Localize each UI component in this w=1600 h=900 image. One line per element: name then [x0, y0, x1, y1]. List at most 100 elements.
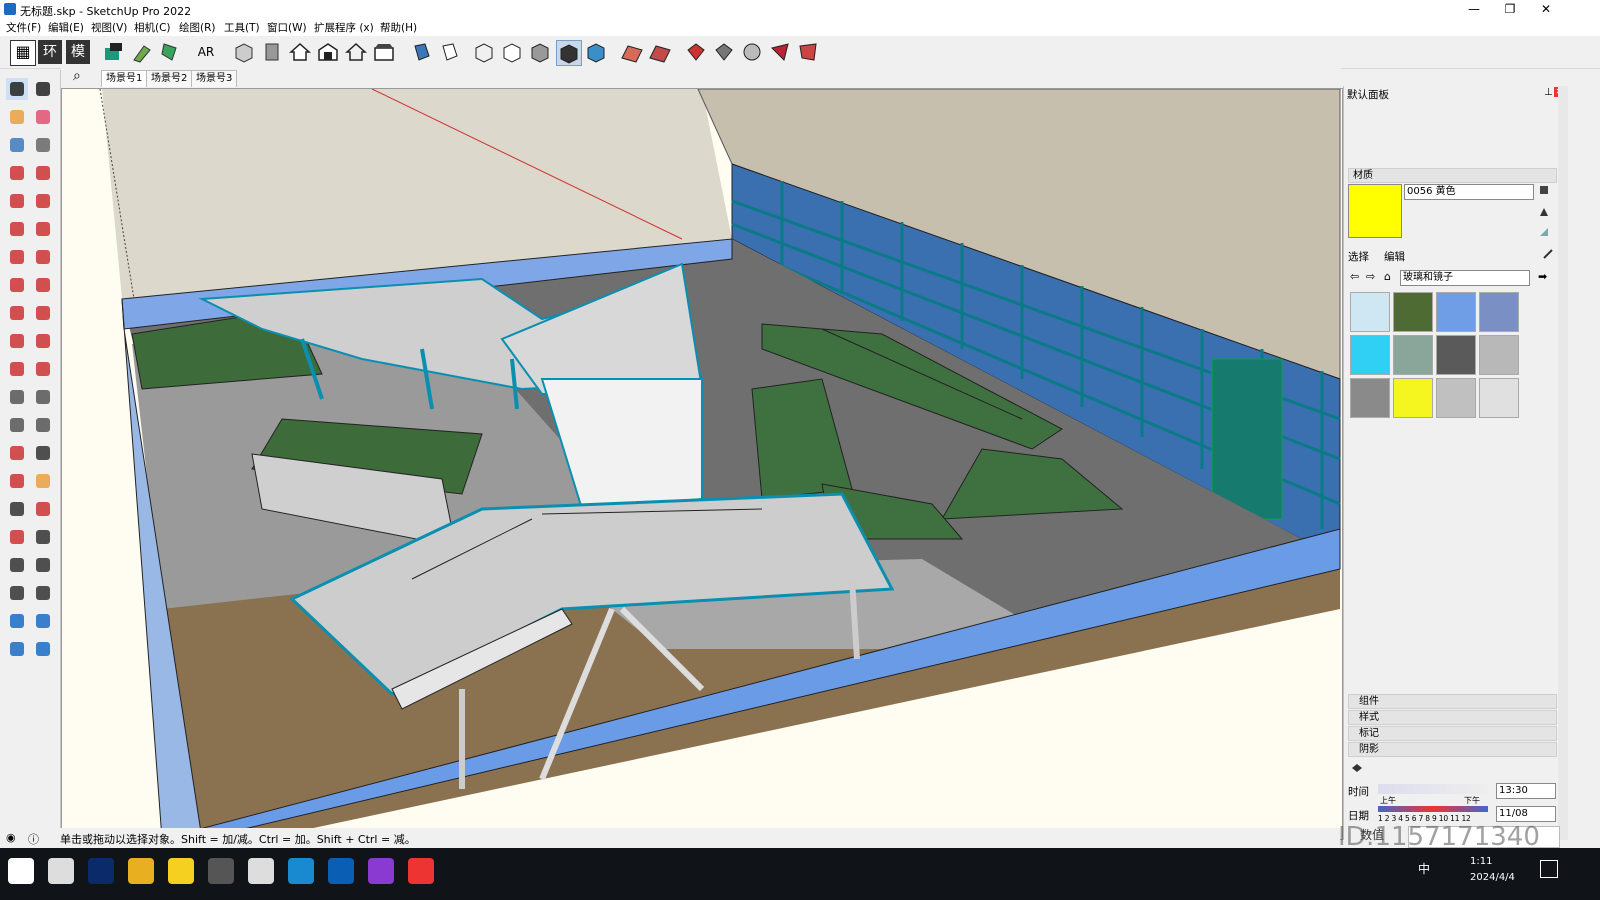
- material-swatch[interactable]: [1479, 292, 1519, 332]
- minimize-button[interactable]: —: [1456, 0, 1492, 19]
- tags-section-header[interactable]: 标记: [1348, 726, 1557, 741]
- default-material-icon[interactable]: [1538, 206, 1550, 218]
- windows-start-icon[interactable]: [8, 858, 34, 884]
- material-swatch[interactable]: [1436, 378, 1476, 418]
- arc-icon[interactable]: [6, 246, 28, 268]
- scale-icon[interactable]: [6, 358, 28, 380]
- model-viewport[interactable]: [61, 88, 1343, 840]
- rotate-icon[interactable]: [6, 330, 28, 352]
- monochrome-icon[interactable]: [584, 40, 608, 64]
- home-icon[interactable]: ⌂: [1384, 270, 1391, 283]
- material-swatch[interactable]: [1350, 335, 1390, 375]
- rotated-rect-icon[interactable]: [32, 190, 54, 212]
- material-name-field[interactable]: 0056 黄色: [1404, 184, 1534, 200]
- material-swatch[interactable]: [1436, 335, 1476, 375]
- tab-edit[interactable]: 编辑: [1384, 249, 1405, 264]
- arc-2pt-icon[interactable]: [32, 246, 54, 268]
- shaded-texture-icon[interactable]: [556, 40, 582, 66]
- tab-scene-2[interactable]: 场景号2: [146, 70, 193, 87]
- eraser-icon[interactable]: [32, 106, 54, 128]
- share-icon[interactable]: [740, 40, 764, 64]
- shaded-icon[interactable]: [528, 40, 552, 64]
- menu-help[interactable]: 帮助(H): [380, 20, 417, 35]
- model-icon[interactable]: 模: [66, 40, 90, 64]
- download-icon[interactable]: [712, 40, 736, 64]
- calculator-icon[interactable]: [208, 858, 234, 884]
- tape-measure-icon[interactable]: [6, 386, 28, 408]
- material-swatch[interactable]: [1350, 378, 1390, 418]
- wireframe-icon[interactable]: [472, 40, 496, 64]
- home-outline-icon[interactable]: [344, 40, 368, 64]
- material-swatch[interactable]: [1393, 378, 1433, 418]
- smoove-icon[interactable]: [32, 638, 54, 660]
- push-pull-icon[interactable]: [32, 302, 54, 324]
- report-icon[interactable]: ▦: [10, 40, 36, 66]
- qq-icon[interactable]: [248, 858, 274, 884]
- menu-camera[interactable]: 相机(C): [134, 20, 171, 35]
- sandbox-terrain-icon[interactable]: [620, 40, 644, 64]
- sandbox-grid-icon[interactable]: [648, 40, 672, 64]
- pan-icon[interactable]: [32, 470, 54, 492]
- ime-indicator[interactable]: 中: [1418, 860, 1430, 877]
- hiddenline-icon[interactable]: [500, 40, 524, 64]
- tab-select[interactable]: 选择: [1348, 249, 1369, 264]
- menu-window[interactable]: 窗口(W): [267, 20, 307, 35]
- material-swatch[interactable]: [1479, 378, 1519, 418]
- pin-icon[interactable]: ⊥: [1544, 87, 1553, 98]
- orbit-select-icon[interactable]: [32, 78, 54, 100]
- material-swatch[interactable]: [1436, 292, 1476, 332]
- components-section-header[interactable]: 组件: [1348, 694, 1557, 709]
- arc-3pt-icon[interactable]: [6, 274, 28, 296]
- previous-view-icon[interactable]: [32, 526, 54, 548]
- menu-extensions[interactable]: 扩展程序 (x): [314, 20, 374, 35]
- styles-icon[interactable]: [158, 40, 182, 64]
- house-icon[interactable]: [288, 40, 312, 64]
- zoom-window-icon[interactable]: [32, 498, 54, 520]
- paint-bucket-icon[interactable]: [6, 106, 28, 128]
- follow-me-icon[interactable]: [32, 330, 54, 352]
- styles-section-header[interactable]: 样式: [1348, 710, 1557, 725]
- circle-icon[interactable]: [6, 218, 28, 240]
- ruby-icon[interactable]: [796, 40, 820, 64]
- storefront-icon[interactable]: [372, 40, 396, 64]
- look-around-icon[interactable]: [32, 554, 54, 576]
- walk-icon[interactable]: [6, 582, 28, 604]
- offset-icon[interactable]: [32, 358, 54, 380]
- select-icon[interactable]: [6, 78, 28, 100]
- zoom-extents-icon[interactable]: [6, 526, 28, 548]
- section-plane-icon[interactable]: [32, 582, 54, 604]
- tray-scrollbar[interactable]: [1558, 86, 1568, 840]
- protractor-icon[interactable]: [6, 414, 28, 436]
- environment-icon[interactable]: 环: [38, 40, 62, 64]
- pencil-icon[interactable]: [6, 162, 28, 184]
- material-swatch[interactable]: [1393, 292, 1433, 332]
- file-explorer-icon[interactable]: [128, 858, 154, 884]
- box-view-icon[interactable]: [232, 40, 256, 64]
- paint-tools-icon[interactable]: [130, 40, 154, 64]
- axes-icon[interactable]: [6, 442, 28, 464]
- menu-edit[interactable]: 编辑(E): [48, 20, 84, 35]
- move-icon[interactable]: [6, 302, 28, 324]
- podcast-icon[interactable]: [368, 858, 394, 884]
- menu-view[interactable]: 视图(V): [91, 20, 127, 35]
- tag-icon[interactable]: [32, 134, 54, 156]
- component-3d-icon[interactable]: [6, 134, 28, 156]
- tab-scene-3[interactable]: 场景号3: [191, 70, 238, 87]
- time-slider[interactable]: [1378, 784, 1488, 794]
- sandbox-icon[interactable]: [6, 610, 28, 632]
- extension-icon[interactable]: [768, 40, 792, 64]
- create-material-icon[interactable]: [1538, 184, 1550, 196]
- material-swatch[interactable]: [1393, 335, 1433, 375]
- zoom-icon[interactable]: [6, 498, 28, 520]
- restore-button[interactable]: ❐: [1492, 0, 1528, 19]
- geo-location-icon[interactable]: ◉: [6, 831, 16, 844]
- notification-icon[interactable]: [1540, 860, 1558, 878]
- xray-icon[interactable]: [410, 40, 434, 64]
- close-button[interactable]: ✕: [1528, 0, 1564, 19]
- 3d-text-icon[interactable]: [32, 442, 54, 464]
- qq-penguin-icon[interactable]: [408, 858, 434, 884]
- text-icon[interactable]: [32, 414, 54, 436]
- material-section-header[interactable]: 材质: [1348, 168, 1557, 183]
- sketchup-icon[interactable]: [328, 858, 354, 884]
- date-slider[interactable]: [1378, 806, 1488, 812]
